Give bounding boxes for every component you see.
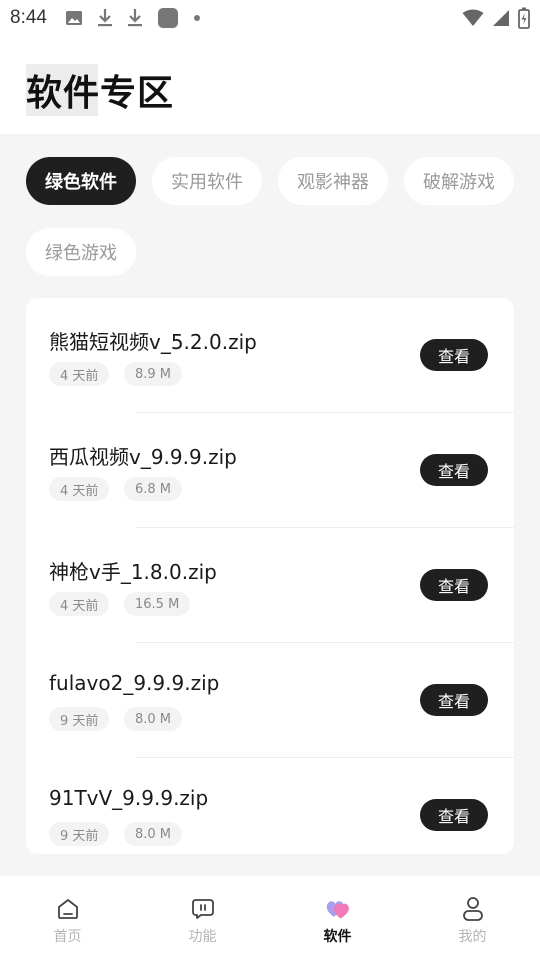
nav-label: 功能 xyxy=(188,929,217,945)
app-icon xyxy=(157,7,179,29)
home-icon xyxy=(55,896,81,922)
view-button[interactable]: 查看 xyxy=(420,454,488,486)
time-badge: 9 天前 xyxy=(49,822,110,846)
size-badge: 8.0 M xyxy=(124,822,183,846)
file-name: 西瓜视频v_9.9.9.zip xyxy=(49,445,237,469)
list-item[interactable]: 神枪v手_1.8.0.zip 4 天前 16.5 M 查看 xyxy=(26,528,514,643)
nav-label: 首页 xyxy=(53,929,82,945)
nav-label: 软件 xyxy=(323,929,352,945)
size-badge: 8.0 M xyxy=(124,707,183,731)
time-badge: 4 天前 xyxy=(49,592,110,616)
tab-movie-apps[interactable]: 观影神器 xyxy=(278,157,388,205)
hearts-icon xyxy=(325,896,351,922)
file-name: fulavo2_9.9.9.zip xyxy=(49,671,220,695)
status-bar: 8:44 xyxy=(0,0,540,36)
view-button[interactable]: 查看 xyxy=(420,339,488,371)
size-badge: 6.8 M xyxy=(124,477,183,501)
nav-software[interactable]: 软件 xyxy=(270,876,405,960)
list-item[interactable]: fulavo2_9.9.9.zip 9 天前 8.0 M 查看 xyxy=(26,643,514,758)
system-icons xyxy=(462,7,530,29)
time-badge: 4 天前 xyxy=(49,362,110,386)
size-badge: 16.5 M xyxy=(124,592,191,616)
file-name: 熊猫短视频v_5.2.0.zip xyxy=(49,330,257,354)
nav-profile[interactable]: 我的 xyxy=(405,876,540,960)
tab-green-games[interactable]: 绿色游戏 xyxy=(26,228,136,276)
nav-label: 我的 xyxy=(458,929,487,945)
user-icon xyxy=(460,896,486,922)
tab-utility-software[interactable]: 实用软件 xyxy=(152,157,262,205)
time-badge: 9 天前 xyxy=(49,707,110,731)
view-button[interactable]: 查看 xyxy=(420,684,488,716)
list-item[interactable]: 西瓜视频v_9.9.9.zip 4 天前 6.8 M 查看 xyxy=(26,413,514,528)
bottom-nav: 首页 功能 软件 我的 xyxy=(0,876,540,960)
tab-cracked-games[interactable]: 破解游戏 xyxy=(404,157,514,205)
time-badge: 4 天前 xyxy=(49,477,110,501)
status-time: 8:44 xyxy=(10,7,47,28)
file-name: 91TvV_9.9.9.zip xyxy=(49,786,209,810)
tab-green-software[interactable]: 绿色软件 xyxy=(26,157,136,205)
chat-icon xyxy=(190,896,216,922)
view-button[interactable]: 查看 xyxy=(420,799,488,831)
file-name: 神枪v手_1.8.0.zip xyxy=(49,560,217,584)
file-list: 熊猫短视频v_5.2.0.zip 4 天前 8.9 M 查看 西瓜视频v_9.9… xyxy=(26,298,514,854)
image-icon xyxy=(65,9,83,27)
list-item[interactable]: 熊猫短视频v_5.2.0.zip 4 天前 8.9 M 查看 xyxy=(26,298,514,413)
download-icon xyxy=(127,8,143,28)
header: 软件专区 xyxy=(0,36,540,134)
nav-features[interactable]: 功能 xyxy=(135,876,270,960)
wifi-icon xyxy=(462,9,484,27)
download-icon xyxy=(97,8,113,28)
battery-charging-icon xyxy=(518,7,530,29)
list-item[interactable]: 91TvV_9.9.9.zip 9 天前 8.0 M 查看 xyxy=(26,758,514,854)
page-title: 软件专区 xyxy=(26,64,177,116)
notification-icons xyxy=(65,7,201,29)
size-badge: 8.9 M xyxy=(124,362,183,386)
nav-home[interactable]: 首页 xyxy=(0,876,135,960)
signal-icon xyxy=(492,9,510,27)
view-button[interactable]: 查看 xyxy=(420,569,488,601)
dot-icon xyxy=(193,14,201,22)
